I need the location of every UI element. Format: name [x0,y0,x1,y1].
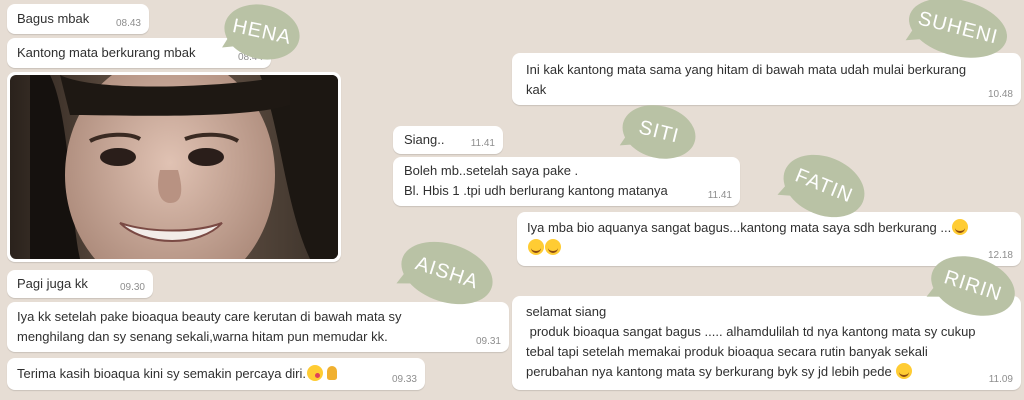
message-time: 08.43 [115,18,141,29]
name-tag-label: FATIN [792,164,857,208]
message-text: Kantong mata berkurang mbak [17,45,196,60]
message-text: Boleh mb..setelah saya pake . Bl. Hbis 1… [404,163,668,198]
kiss-emoji-icon [307,365,324,381]
message-time: 11.41 [707,190,732,201]
message-selamat-siang[interactable]: selamat siang produk bioaqua sangat bagu… [512,296,1021,390]
message-iya-kk[interactable]: Iya kk setelah pake bioaqua beauty care … [7,302,509,352]
message-time: 12.18 [987,250,1013,261]
smile-emoji-icon [545,239,561,255]
message-text: Pagi juga kk [17,276,88,291]
message-bagus[interactable]: Bagus mbak 08.43 [7,4,149,34]
message-time: 10.48 [987,89,1013,100]
face-photo [10,75,338,259]
name-tag-label: SUHENI [915,6,1001,49]
message-text: Ini kak kantong mata sama yang hitam di … [526,62,967,97]
message-time: 09.31 [475,336,501,347]
name-tag-siti: SITI [616,97,702,167]
message-text: Iya kk setelah pake bioaqua beauty care … [17,309,402,344]
smile-emoji-icon [952,219,969,235]
message-terima-kasih[interactable]: Terima kasih bioaqua kini sy semakin per… [7,358,425,390]
message-time: 09.33 [391,374,417,385]
name-tag-label: AISHA [412,252,482,294]
message-ini-kak[interactable]: Ini kak kantong mata sama yang hitam di … [512,53,1021,105]
photo-message[interactable] [7,72,341,262]
message-time: 11.41 [470,138,495,149]
name-tag-label: SITI [636,115,682,148]
message-time: 11.09 [988,374,1013,385]
message-text: Siang.. [404,132,445,147]
message-text: Iya mba bio aquanya sangat bagus...kanto… [527,220,952,235]
message-siang[interactable]: Siang.. 11.41 [393,126,503,154]
praying-hands-icon [324,365,340,381]
message-time: 09.30 [119,282,145,293]
message-boleh[interactable]: Boleh mb..setelah saya pake . Bl. Hbis 1… [393,157,740,206]
message-text: Terima kasih bioaqua kini sy semakin per… [17,366,307,381]
name-tag-label: HENA [230,14,294,49]
name-tag-label: RIRIN [941,265,1005,306]
message-pagi[interactable]: Pagi juga kk 09.30 [7,270,153,298]
smile-emoji-icon [528,239,544,255]
message-text: Bagus mbak [17,11,90,26]
grin-emoji-icon [896,363,913,379]
